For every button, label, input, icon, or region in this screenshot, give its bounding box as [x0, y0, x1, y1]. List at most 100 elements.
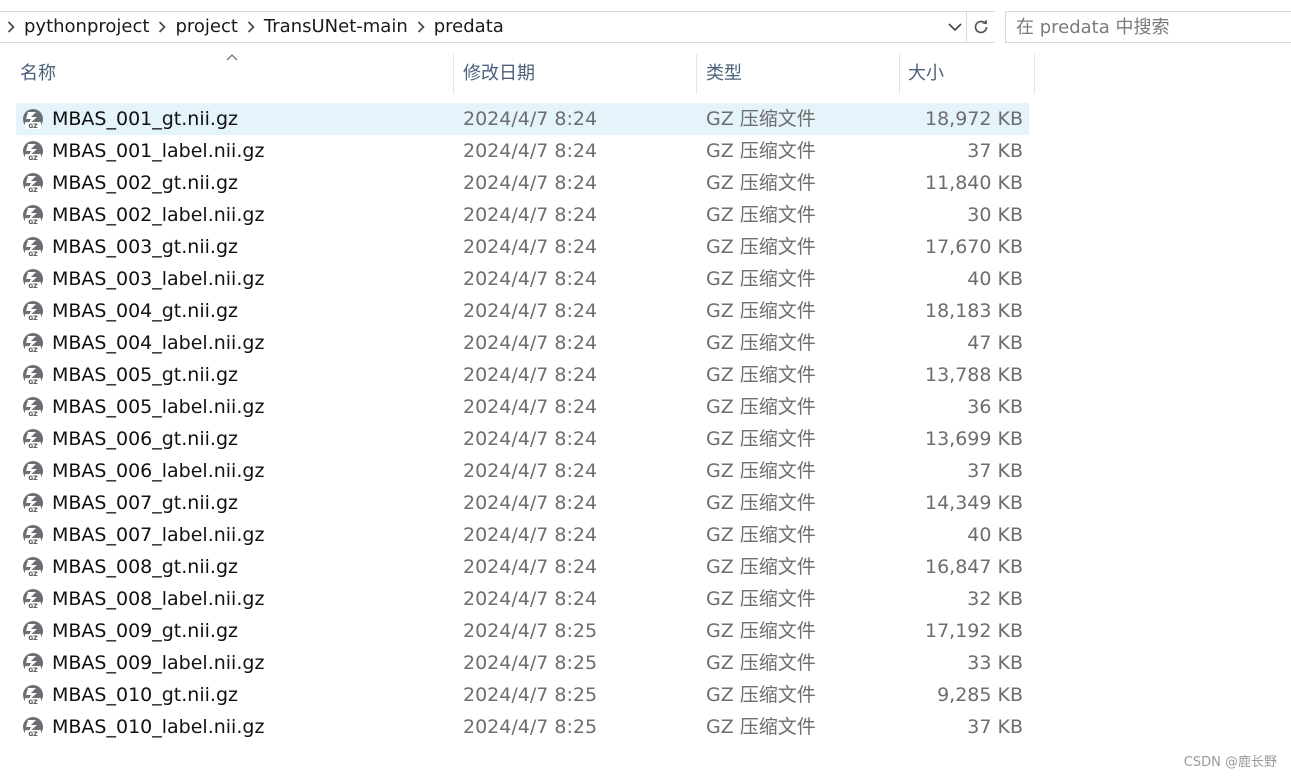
- search-input[interactable]: [1006, 15, 1291, 39]
- gz-archive-icon: GZ: [23, 397, 43, 418]
- file-type: GZ 压缩文件: [706, 652, 816, 674]
- file-row[interactable]: GZ MBAS_007_label.nii.gz 2024/4/7 8:24 GZ 压…: [16, 519, 1029, 551]
- file-row[interactable]: GZ MBAS_004_label.nii.gz 2024/4/7 8:24 GZ 压…: [16, 327, 1029, 359]
- file-row[interactable]: GZ MBAS_006_label.nii.gz 2024/4/7 8:24 GZ 压…: [16, 455, 1029, 487]
- file-row[interactable]: GZ MBAS_001_gt.nii.gz 2024/4/7 8:24 GZ 压缩文件…: [16, 103, 1029, 135]
- file-type: GZ 压缩文件: [706, 460, 816, 482]
- gz-archive-icon: GZ: [23, 525, 43, 546]
- refresh-button[interactable]: [966, 12, 995, 42]
- file-row[interactable]: GZ MBAS_009_gt.nii.gz 2024/4/7 8:25 GZ 压缩文件…: [16, 615, 1029, 647]
- column-header-size[interactable]: 大小: [908, 54, 944, 94]
- file-size: 18,972 KB: [924, 108, 1023, 130]
- gz-archive-icon: GZ: [23, 461, 43, 482]
- column-divider[interactable]: [899, 54, 900, 94]
- file-size: 14,349 KB: [924, 492, 1023, 514]
- file-date: 2024/4/7 8:24: [463, 172, 598, 194]
- file-name: MBAS_008_gt.nii.gz: [52, 556, 238, 578]
- file-date: 2024/4/7 8:24: [463, 396, 598, 418]
- gz-archive-icon: GZ: [23, 269, 43, 290]
- file-row[interactable]: GZ MBAS_002_gt.nii.gz 2024/4/7 8:24 GZ 压缩文件…: [16, 167, 1029, 199]
- file-name: MBAS_004_gt.nii.gz: [52, 300, 238, 322]
- file-name: MBAS_007_gt.nii.gz: [52, 492, 238, 514]
- file-date: 2024/4/7 8:24: [463, 300, 598, 322]
- file-size: 33 KB: [967, 652, 1023, 674]
- file-date: 2024/4/7 8:24: [463, 332, 598, 354]
- file-row[interactable]: GZ MBAS_007_gt.nii.gz 2024/4/7 8:24 GZ 压缩文件…: [16, 487, 1029, 519]
- breadcrumb-separator[interactable]: [151, 12, 173, 42]
- file-row[interactable]: GZ MBAS_003_label.nii.gz 2024/4/7 8:24 GZ 压…: [16, 263, 1029, 295]
- svg-text:GZ: GZ: [28, 315, 38, 322]
- file-type: GZ 压缩文件: [706, 428, 816, 450]
- file-date: 2024/4/7 8:24: [463, 588, 598, 610]
- svg-text:GZ: GZ: [28, 251, 38, 258]
- file-row[interactable]: GZ MBAS_008_gt.nii.gz 2024/4/7 8:24 GZ 压缩文件…: [16, 551, 1029, 583]
- file-date: 2024/4/7 8:24: [463, 268, 598, 290]
- chevron-right-icon: [7, 21, 15, 33]
- file-size: 37 KB: [967, 140, 1023, 162]
- file-type: GZ 压缩文件: [706, 588, 816, 610]
- file-row[interactable]: GZ MBAS_006_gt.nii.gz 2024/4/7 8:24 GZ 压缩文件…: [16, 423, 1029, 455]
- file-size: 40 KB: [967, 524, 1023, 546]
- address-bar[interactable]: pythonproject project TransUNet-main predat…: [0, 11, 995, 43]
- svg-text:GZ: GZ: [28, 475, 38, 482]
- file-type: GZ 压缩文件: [706, 268, 816, 290]
- file-size: 9,285 KB: [937, 684, 1023, 706]
- search-box[interactable]: [1005, 11, 1291, 43]
- column-divider[interactable]: [696, 54, 697, 94]
- file-date: 2024/4/7 8:24: [463, 524, 598, 546]
- file-type: GZ 压缩文件: [706, 364, 816, 386]
- svg-text:GZ: GZ: [28, 379, 38, 386]
- breadcrumb-item[interactable]: project: [173, 12, 239, 42]
- column-divider[interactable]: [453, 54, 454, 94]
- svg-text:GZ: GZ: [28, 539, 38, 546]
- column-header-name[interactable]: 名称: [20, 54, 56, 94]
- file-row[interactable]: GZ MBAS_010_gt.nii.gz 2024/4/7 8:25 GZ 压缩文件…: [16, 679, 1029, 711]
- breadcrumb-item[interactable]: pythonproject: [22, 12, 151, 42]
- column-header-type[interactable]: 类型: [706, 54, 742, 94]
- file-name: MBAS_001_label.nii.gz: [52, 140, 265, 162]
- file-date: 2024/4/7 8:25: [463, 652, 598, 674]
- file-size: 30 KB: [967, 204, 1023, 226]
- file-row[interactable]: GZ MBAS_010_label.nii.gz 2024/4/7 8:25 GZ 压…: [16, 711, 1029, 743]
- file-row[interactable]: GZ MBAS_001_label.nii.gz 2024/4/7 8:24 GZ 压…: [16, 135, 1029, 167]
- file-size: 13,788 KB: [924, 364, 1023, 386]
- svg-text:GZ: GZ: [28, 155, 38, 162]
- file-date: 2024/4/7 8:24: [463, 556, 598, 578]
- breadcrumb-separator[interactable]: [240, 12, 262, 42]
- file-date: 2024/4/7 8:25: [463, 716, 598, 738]
- file-size: 13,699 KB: [924, 428, 1023, 450]
- file-row[interactable]: GZ MBAS_004_gt.nii.gz 2024/4/7 8:24 GZ 压缩文件…: [16, 295, 1029, 327]
- address-history-dropdown[interactable]: [944, 12, 966, 42]
- chevron-right-icon: [159, 21, 167, 33]
- file-type: GZ 压缩文件: [706, 332, 816, 354]
- file-row[interactable]: GZ MBAS_002_label.nii.gz 2024/4/7 8:24 GZ 压…: [16, 199, 1029, 231]
- file-row[interactable]: GZ MBAS_003_gt.nii.gz 2024/4/7 8:24 GZ 压缩文件…: [16, 231, 1029, 263]
- svg-text:GZ: GZ: [28, 603, 38, 610]
- breadcrumb-item[interactable]: TransUNet-main: [262, 12, 410, 42]
- breadcrumb-item[interactable]: predata: [432, 12, 506, 42]
- svg-text:GZ: GZ: [28, 219, 38, 226]
- file-row[interactable]: GZ MBAS_009_label.nii.gz 2024/4/7 8:25 GZ 压…: [16, 647, 1029, 679]
- breadcrumb-separator[interactable]: [410, 12, 432, 42]
- svg-text:GZ: GZ: [28, 187, 38, 194]
- file-row[interactable]: GZ MBAS_005_gt.nii.gz 2024/4/7 8:24 GZ 压缩文件…: [16, 359, 1029, 391]
- breadcrumb-separator[interactable]: [0, 12, 22, 42]
- file-row[interactable]: GZ MBAS_008_label.nii.gz 2024/4/7 8:24 GZ 压…: [16, 583, 1029, 615]
- column-divider[interactable]: [1034, 54, 1035, 94]
- file-date: 2024/4/7 8:24: [463, 140, 598, 162]
- file-name: MBAS_003_gt.nii.gz: [52, 236, 238, 258]
- file-size: 40 KB: [967, 268, 1023, 290]
- file-size: 18,183 KB: [924, 300, 1023, 322]
- file-size: 37 KB: [967, 460, 1023, 482]
- svg-text:GZ: GZ: [28, 635, 38, 642]
- file-type: GZ 压缩文件: [706, 716, 816, 738]
- file-list: GZ MBAS_001_gt.nii.gz 2024/4/7 8:24 GZ 压缩文件…: [16, 103, 1029, 743]
- file-type: GZ 压缩文件: [706, 396, 816, 418]
- chevron-right-icon: [247, 21, 255, 33]
- gz-archive-icon: GZ: [23, 141, 43, 162]
- file-row[interactable]: GZ MBAS_005_label.nii.gz 2024/4/7 8:24 GZ 压…: [16, 391, 1029, 423]
- file-size: 47 KB: [967, 332, 1023, 354]
- column-header-date[interactable]: 修改日期: [463, 54, 535, 94]
- gz-archive-icon: GZ: [23, 205, 43, 226]
- gz-archive-icon: GZ: [23, 173, 43, 194]
